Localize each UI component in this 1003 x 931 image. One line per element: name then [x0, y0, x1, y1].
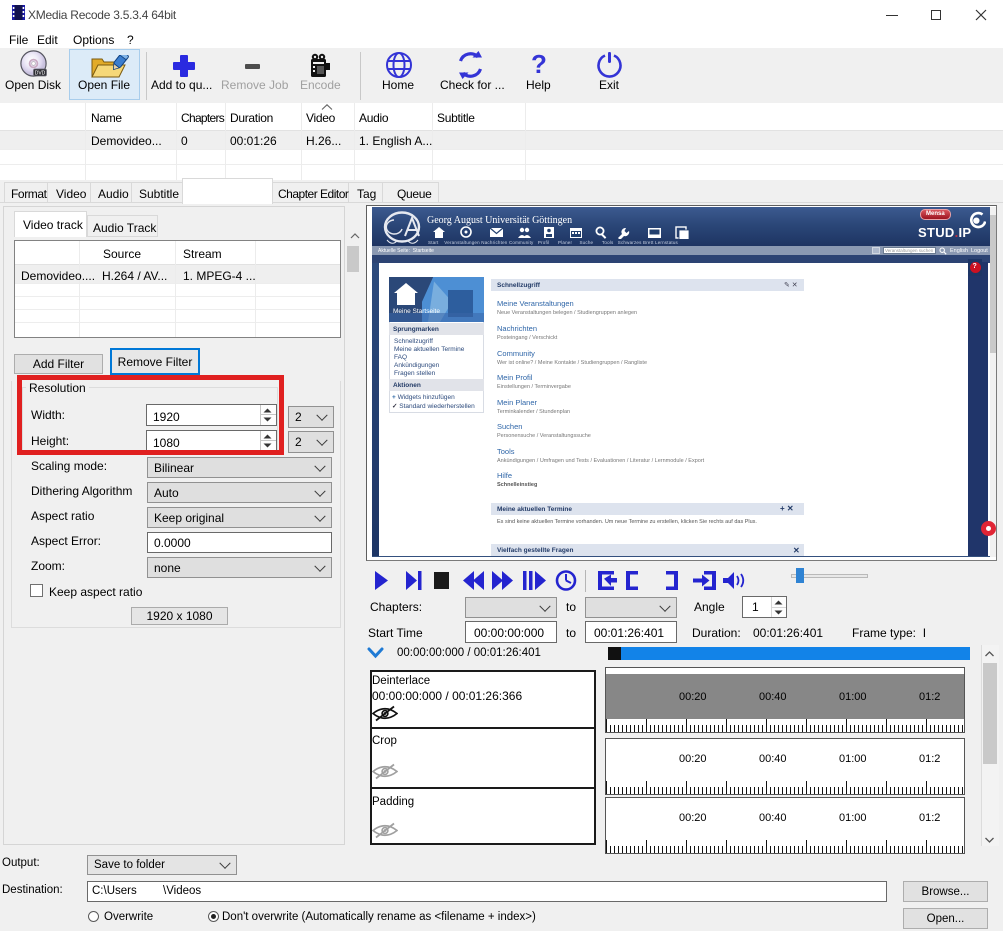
svg-text:DVD: DVD — [35, 71, 46, 77]
